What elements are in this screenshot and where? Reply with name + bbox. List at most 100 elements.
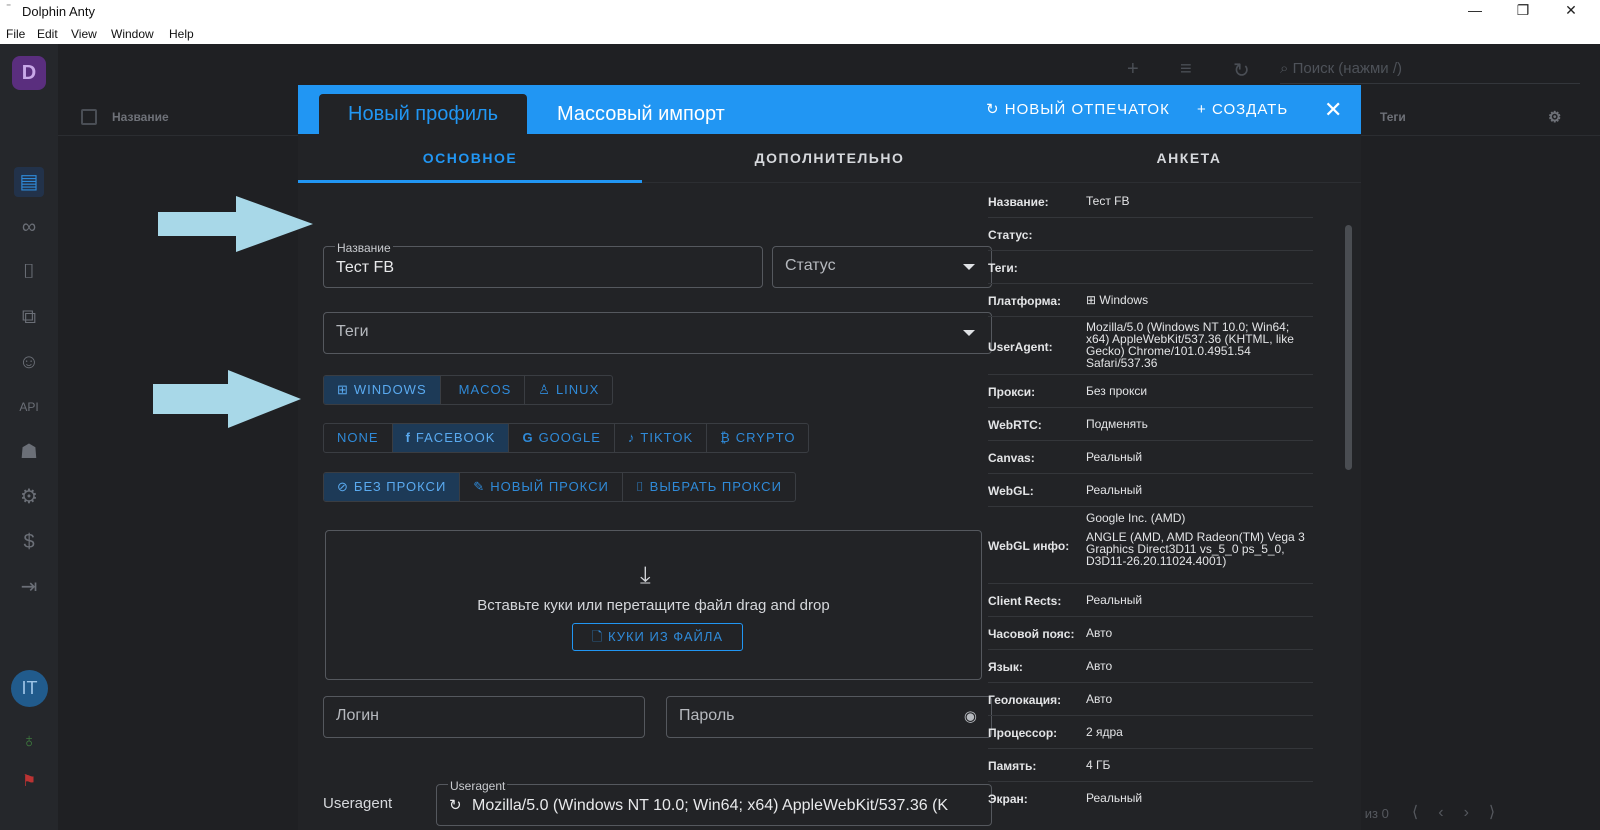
lightbulb-icon[interactable]: ♁ bbox=[14, 726, 44, 756]
tags-select[interactable]: Теги bbox=[323, 312, 992, 354]
summary-key: Процессор: bbox=[988, 726, 1058, 740]
menu-window[interactable]: Window bbox=[111, 27, 154, 41]
login-placeholder: Логин bbox=[336, 707, 380, 724]
api-icon[interactable]: API bbox=[14, 392, 44, 422]
search-placeholder: Поиск (нажми /) bbox=[1292, 60, 1402, 77]
tab-basic[interactable]: ОСНОВНОЕ bbox=[298, 135, 642, 183]
summary-key: UserAgent: bbox=[988, 340, 1053, 354]
summary-value: 4 ГБ bbox=[1086, 758, 1111, 772]
cookies-file-label: КУКИ ИЗ ФАЙЛА bbox=[607, 629, 724, 644]
bg-search[interactable]: ⌕ Поиск (нажми /) bbox=[1280, 60, 1580, 84]
os-windows[interactable]: ⊞ WINDOWS bbox=[324, 376, 441, 404]
extensions-icon[interactable]: ⧉ bbox=[14, 302, 44, 332]
summary-key: Язык: bbox=[988, 660, 1023, 674]
platform-none[interactable]: NONE bbox=[324, 424, 393, 452]
minimize-icon[interactable]: — bbox=[1455, 2, 1495, 18]
proxy-select[interactable]: ⌷ ВЫБРАТЬ ПРОКСИ bbox=[623, 473, 795, 501]
menu-view[interactable]: View bbox=[71, 27, 97, 41]
summary-key: WebGL инфо: bbox=[988, 539, 1070, 553]
summary-value-detail: ANGLE (AMD, AMD Radeon(TM) Vega 3 Graphi… bbox=[1086, 530, 1305, 568]
cookies-dropzone[interactable]: ⤓ Вставьте куки или перетащите файл drag… bbox=[325, 530, 982, 680]
status-select[interactable]: Статус bbox=[772, 246, 992, 288]
platform-tiktok[interactable]: ♪ TIKTOK bbox=[615, 424, 708, 452]
os-windows-label: WINDOWS bbox=[353, 382, 427, 397]
os-macos[interactable]: MACOS bbox=[441, 376, 526, 404]
robot-icon[interactable]: ☗ bbox=[14, 437, 44, 467]
summary-value: Windows bbox=[1099, 293, 1149, 307]
summary-row: Геолокация: Авто bbox=[988, 683, 1313, 716]
platform-facebook[interactable]: f FACEBOOK bbox=[392, 424, 510, 452]
login-field[interactable]: Логин bbox=[323, 696, 645, 738]
title-bar: ⁻ Dolphin Anty — ❐ ✕ bbox=[0, 0, 1600, 24]
refresh-icon[interactable]: ↻ bbox=[449, 796, 462, 814]
flag-icon[interactable]: ⚑ bbox=[14, 767, 44, 797]
summary-value: Реальный bbox=[1086, 450, 1143, 464]
bitcoin-icon: ₿ bbox=[720, 430, 731, 445]
settings-icon[interactable]: ⚙ bbox=[14, 482, 44, 512]
summary-value: Реальный bbox=[1086, 593, 1143, 607]
tab-new-profile[interactable]: Новый профиль bbox=[319, 94, 528, 134]
eye-icon[interactable]: ◉ bbox=[964, 707, 977, 725]
billing-icon[interactable]: $ bbox=[14, 527, 44, 557]
bg-filter-icon[interactable]: ≡ bbox=[1180, 58, 1192, 81]
status-placeholder: Статус bbox=[785, 257, 836, 274]
file-icon: 🗋 bbox=[591, 629, 608, 644]
bg-add-icon[interactable]: + bbox=[1127, 58, 1139, 81]
table-settings-icon[interactable]: ⚙ bbox=[1548, 108, 1561, 126]
proxy-none[interactable]: ⊘ БЕЗ ПРОКСИ bbox=[324, 473, 461, 501]
platform-crypto[interactable]: ₿ CRYPTO bbox=[707, 424, 808, 452]
platform-google-label: GOOGLE bbox=[538, 430, 601, 445]
tab-advanced[interactable]: ДОПОЛНИТЕЛЬНО bbox=[642, 135, 1017, 183]
proxy-none-label: БЕЗ ПРОКСИ bbox=[353, 479, 447, 494]
summary-key: Память: bbox=[988, 759, 1037, 773]
useragent-field[interactable]: Useragent ↻ Mozilla/5.0 (Windows NT 10.0… bbox=[436, 779, 992, 826]
col-tags: Теги bbox=[1380, 110, 1406, 124]
menu-edit[interactable]: Edit bbox=[37, 27, 58, 41]
summary-row: UserAgent: Mozilla/5.0 (Windows NT 10.0; … bbox=[988, 317, 1313, 375]
create-button[interactable]: + СОЗДАТЬ bbox=[1197, 85, 1288, 134]
summary-key: Геолокация: bbox=[988, 693, 1062, 707]
window-title: Dolphin Anty bbox=[22, 4, 95, 19]
app-body: D ▤ ∞ ⌷ ⧉ ☺ API ☗ ⚙ $ ⇥ IT ♁ ⚑ + ≡ ↻ ⌕ П… bbox=[0, 44, 1600, 830]
proxy-new-label: НОВЫЙ ПРОКСИ bbox=[490, 479, 609, 494]
select-all-checkbox[interactable] bbox=[81, 109, 97, 125]
new-fingerprint-label: НОВЫЙ ОТПЕЧАТОК bbox=[1004, 101, 1170, 118]
menu-file[interactable]: File bbox=[6, 27, 25, 41]
platform-google[interactable]: G GOOGLE bbox=[509, 424, 615, 452]
summary-value: Подменять bbox=[1086, 417, 1148, 431]
os-linux[interactable]: ♙ LINUX bbox=[525, 376, 612, 404]
tab-mass-import[interactable]: Массовый импорт bbox=[528, 94, 754, 134]
close-icon[interactable]: ✕ bbox=[1324, 85, 1343, 134]
logout-icon[interactable]: ⇥ bbox=[14, 572, 44, 602]
summary-key: Платформа: bbox=[988, 294, 1062, 308]
col-name: Название bbox=[112, 110, 169, 124]
summary-key: Название: bbox=[988, 195, 1049, 209]
close-window-icon[interactable]: ✕ bbox=[1551, 2, 1591, 19]
avatar[interactable]: IT bbox=[11, 670, 48, 707]
restore-icon[interactable]: ❐ bbox=[1503, 2, 1543, 19]
pagination-arrows-icon[interactable]: ⟨‹›⟩ bbox=[1412, 802, 1515, 822]
dolphin-logo[interactable]: D bbox=[12, 56, 46, 90]
password-field[interactable]: Пароль ◉ bbox=[666, 696, 992, 738]
name-field[interactable]: Название Тест FB bbox=[323, 241, 763, 288]
bookmark-icon[interactable]: ⌷ bbox=[14, 257, 44, 287]
new-fingerprint-button[interactable]: ↻ НОВЫЙ ОТПЕЧАТОК bbox=[986, 85, 1170, 134]
summary-key: Client Rects: bbox=[988, 594, 1062, 608]
bg-refresh-icon[interactable]: ↻ bbox=[1233, 58, 1250, 83]
proxy-new[interactable]: ✎ НОВЫЙ ПРОКСИ bbox=[460, 473, 623, 501]
annotation-arrow-platform bbox=[153, 370, 301, 428]
summary-row: Язык: Авто bbox=[988, 650, 1313, 683]
proxy-link-icon[interactable]: ∞ bbox=[14, 212, 44, 242]
chevron-down-icon bbox=[963, 264, 975, 270]
tab-questionnaire[interactable]: АНКЕТА bbox=[1017, 135, 1361, 183]
summary-value: Авто bbox=[1086, 692, 1113, 706]
summary-key: WebRTC: bbox=[988, 418, 1042, 432]
menu-help[interactable]: Help bbox=[169, 27, 194, 41]
tags-placeholder: Теги bbox=[336, 323, 369, 340]
cookies-file-button[interactable]: 🗋 КУКИ ИЗ ФАЙЛА bbox=[572, 623, 743, 651]
os-linux-label: LINUX bbox=[555, 382, 600, 397]
summary-scrollbar[interactable] bbox=[1345, 225, 1352, 470]
summary-row: Часовой пояс: Авто bbox=[988, 617, 1313, 650]
users-icon[interactable]: ☺ bbox=[14, 347, 44, 377]
profiles-icon[interactable]: ▤ bbox=[14, 167, 44, 197]
